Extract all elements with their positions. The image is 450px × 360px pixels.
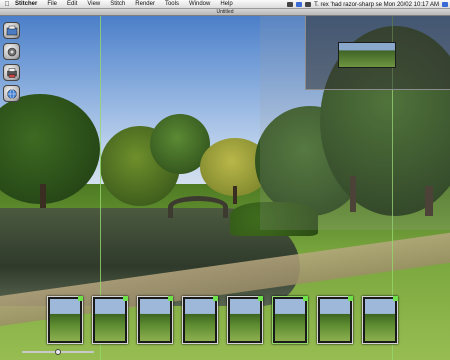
thumbnail-image [95, 299, 125, 341]
source-thumbnail[interactable] [137, 296, 173, 344]
thumbnail-image [275, 299, 305, 341]
tree-trunk [233, 186, 237, 204]
placed-indicator [213, 296, 218, 301]
placed-indicator [78, 296, 83, 301]
stone-bridge [168, 196, 228, 218]
thumbnail-image [50, 299, 80, 341]
window-title-bar[interactable]: Untitled [0, 9, 450, 16]
placed-indicator [123, 296, 128, 301]
placed-indicator [393, 296, 398, 301]
stitch-gear-icon [7, 47, 16, 56]
thumbnail-image [320, 299, 350, 341]
window-title: Untitled [216, 9, 234, 15]
placed-indicator [348, 296, 353, 301]
thumbnail-image [140, 299, 170, 341]
source-thumbnail[interactable] [317, 296, 353, 344]
menu-window[interactable]: Window [189, 1, 210, 7]
status-text: T. rex 'had razor-sharp se Mon 20/02 10:… [314, 1, 439, 8]
projection-globe-icon [6, 88, 17, 99]
navigator-preview[interactable] [338, 42, 396, 68]
spotlight-icon[interactable] [442, 2, 448, 7]
source-thumbnail[interactable] [362, 296, 398, 344]
bluetooth-icon[interactable] [296, 2, 303, 7]
menu-extras: T. rex 'had razor-sharp se Mon 20/02 10:… [287, 0, 448, 8]
zoom-slider[interactable] [22, 349, 94, 355]
placed-indicator [168, 296, 173, 301]
render-button[interactable] [3, 64, 20, 81]
import-images-button[interactable] [3, 22, 20, 39]
thumbnail-image [365, 299, 395, 341]
source-thumbnail[interactable] [227, 296, 263, 344]
status-icon[interactable] [287, 2, 294, 7]
menu-tools[interactable]: Tools [165, 1, 179, 7]
tool-palette [3, 22, 21, 102]
source-thumbnail[interactable] [47, 296, 83, 344]
apple-icon[interactable]:  [2, 1, 12, 8]
source-thumbnail[interactable] [182, 296, 218, 344]
menu-stitch[interactable]: Stitch [110, 1, 125, 7]
stitch-button[interactable] [3, 43, 20, 60]
placed-indicator [258, 296, 263, 301]
menu-app-name[interactable]: Stitcher [15, 1, 37, 7]
source-image-strip [47, 296, 400, 344]
menu-render[interactable]: Render [135, 1, 155, 7]
zoom-slider-knob[interactable] [55, 349, 61, 355]
volume-icon[interactable] [305, 2, 312, 7]
projection-button[interactable] [3, 85, 20, 102]
menu-edit[interactable]: Edit [67, 1, 77, 7]
menu-view[interactable]: View [87, 1, 100, 7]
menu-bar:  Stitcher File Edit View Stitch Render … [0, 0, 450, 9]
menu-file[interactable]: File [47, 1, 57, 7]
placed-indicator [303, 296, 308, 301]
stitcher-app:  Stitcher File Edit View Stitch Render … [0, 0, 450, 360]
import-images-icon [6, 25, 17, 35]
thumbnail-image [230, 299, 260, 341]
render-printer-icon [6, 67, 17, 78]
source-thumbnail[interactable] [92, 296, 128, 344]
menu-help[interactable]: Help [220, 1, 232, 7]
thumbnail-image [185, 299, 215, 341]
source-thumbnail-selected[interactable] [272, 296, 308, 344]
